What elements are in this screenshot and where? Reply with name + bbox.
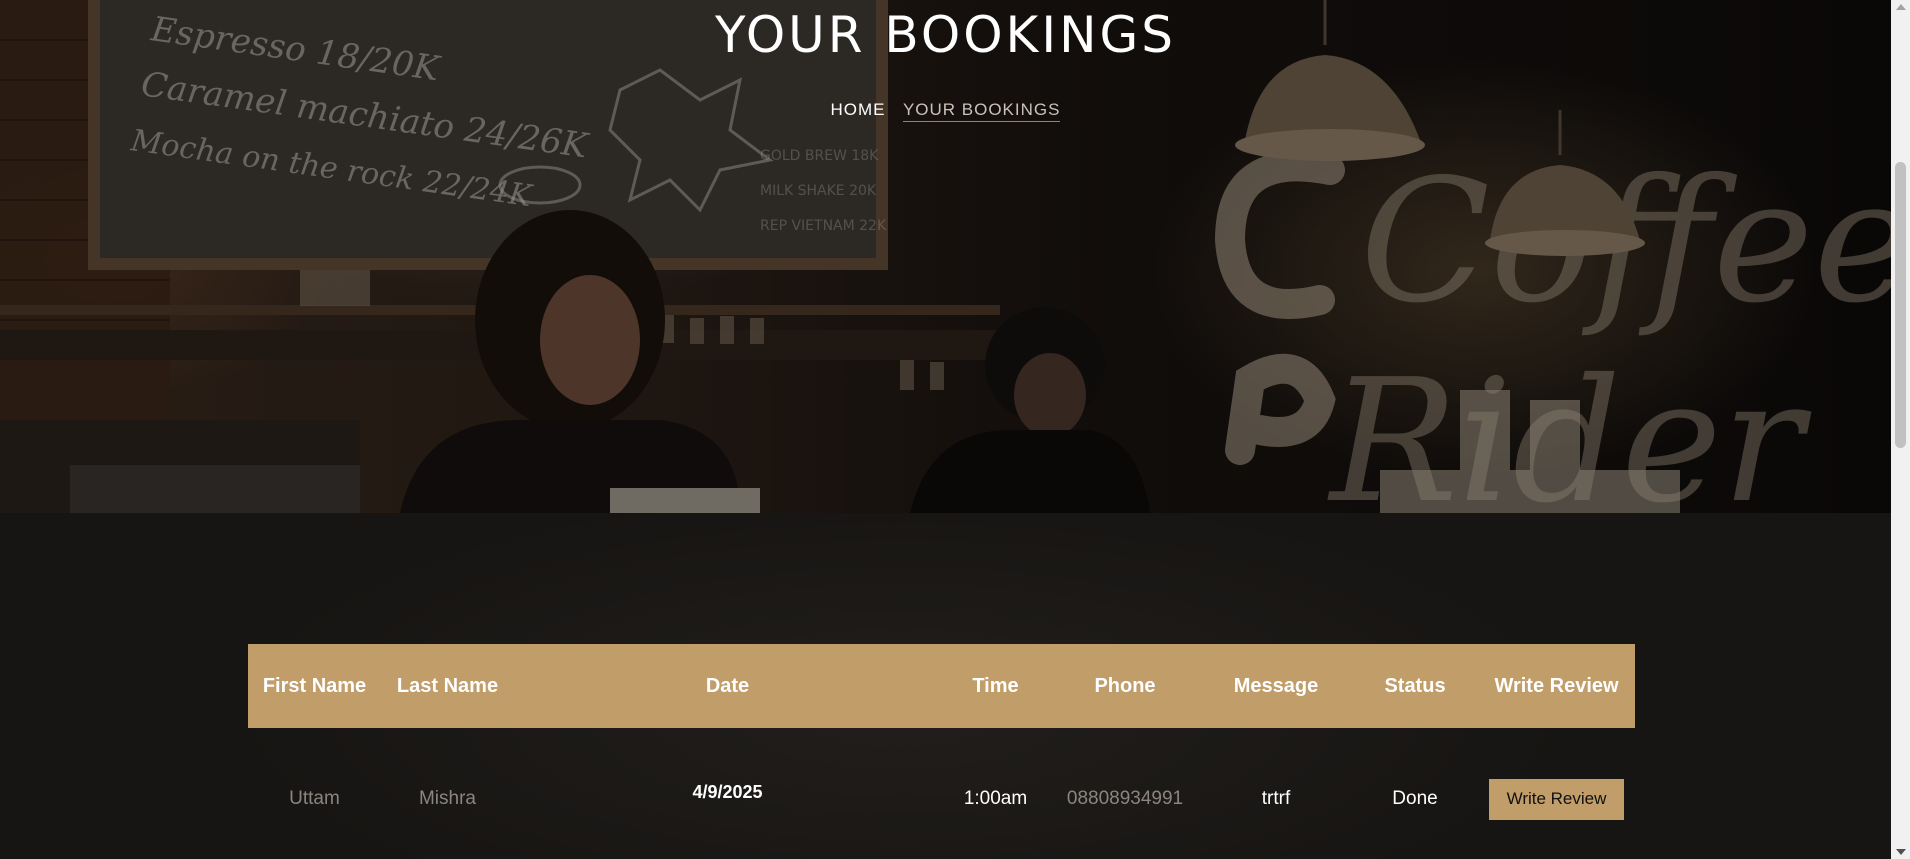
cell-message: trtrf xyxy=(1261,788,1291,809)
vertical-scrollbar[interactable] xyxy=(1891,0,1910,859)
table-row: Uttam Mishra 4/9/2025 1:00am 08808934991… xyxy=(248,728,1635,859)
cell-time: 1:00am xyxy=(963,788,1028,809)
bookings-section: First Name Last Name Date Time Phone Mes… xyxy=(0,513,1891,859)
bookings-table: First Name Last Name Date Time Phone Mes… xyxy=(248,644,1635,859)
breadcrumb-current: YOUR BOOKINGS xyxy=(902,100,1061,122)
header-write-review: Write Review xyxy=(1478,644,1635,728)
cell-first-name: Uttam xyxy=(289,788,340,809)
write-review-button[interactable]: Write Review xyxy=(1489,778,1624,820)
breadcrumb: HOME YOUR BOOKINGS xyxy=(0,100,1891,122)
cell-phone: 08808934991 xyxy=(1066,788,1184,809)
header-time: Time xyxy=(941,644,1050,728)
cell-date-wrapper: 4/9/2025 xyxy=(514,728,941,859)
cell-review: Write Review xyxy=(1478,728,1635,859)
cell-date: 4/9/2025 xyxy=(692,782,763,802)
scroll-up-arrow-icon[interactable] xyxy=(1896,4,1906,10)
cell-status: Done xyxy=(1392,788,1438,809)
scroll-down-arrow-icon[interactable] xyxy=(1896,849,1906,855)
header-status: Status xyxy=(1352,644,1478,728)
page-title: YOUR BOOKINGS xyxy=(715,6,1176,64)
header-phone: Phone xyxy=(1050,644,1200,728)
page: Espresso 18/20K Caramel machiato 24/26K … xyxy=(0,0,1910,859)
hero-banner: Espresso 18/20K Caramel machiato 24/26K … xyxy=(0,0,1891,513)
header-first-name: First Name xyxy=(248,644,381,728)
breadcrumb-home-link[interactable]: HOME xyxy=(831,100,886,119)
header-date: Date xyxy=(514,644,941,728)
hero-overlay xyxy=(0,0,1891,513)
cell-last-name: Mishra xyxy=(418,788,476,809)
header-message: Message xyxy=(1200,644,1352,728)
table-header-row: First Name Last Name Date Time Phone Mes… xyxy=(248,644,1635,728)
table-body: Uttam Mishra 4/9/2025 1:00am 08808934991… xyxy=(248,728,1635,859)
table-header: First Name Last Name Date Time Phone Mes… xyxy=(248,644,1635,728)
header-last-name: Last Name xyxy=(381,644,514,728)
scroll-thumb[interactable] xyxy=(1895,162,1906,448)
